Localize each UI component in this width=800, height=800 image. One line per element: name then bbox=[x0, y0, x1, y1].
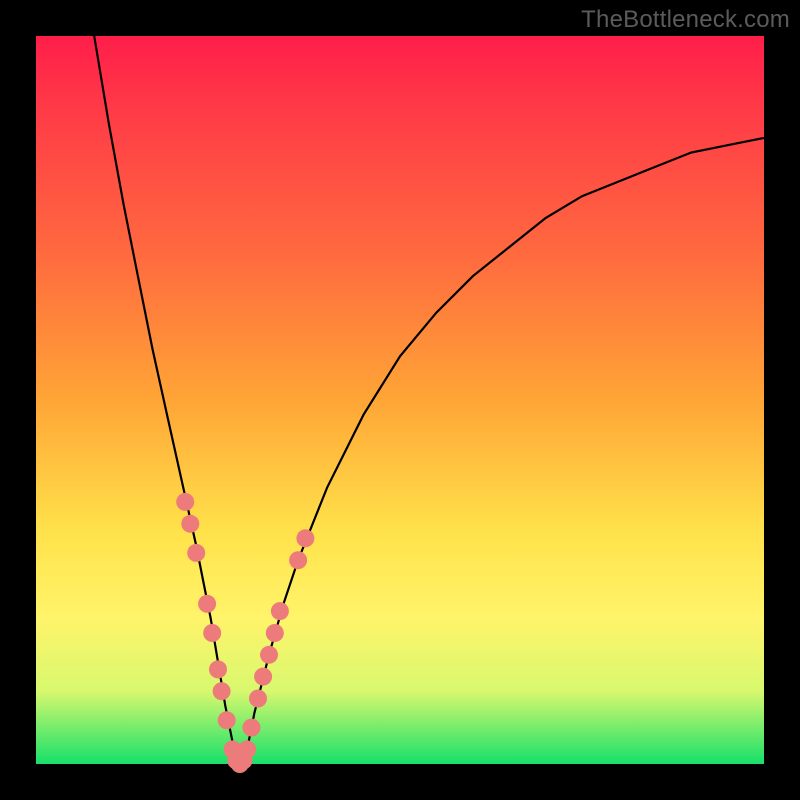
curve-marker bbox=[243, 719, 261, 737]
watermark-text: TheBottleneck.com bbox=[581, 6, 790, 34]
plot-area bbox=[36, 36, 764, 764]
chart-frame: TheBottleneck.com bbox=[0, 0, 800, 800]
curve-marker bbox=[213, 682, 231, 700]
curve-marker bbox=[296, 529, 314, 547]
curve-marker bbox=[181, 515, 199, 533]
bottleneck-curve-svg bbox=[36, 36, 764, 764]
curve-marker bbox=[209, 660, 227, 678]
curve-markers bbox=[176, 493, 314, 773]
curve-marker bbox=[260, 646, 278, 664]
curve-marker bbox=[176, 493, 194, 511]
curve-marker bbox=[266, 624, 284, 642]
curve-marker bbox=[203, 624, 221, 642]
curve-marker bbox=[271, 602, 289, 620]
curve-marker bbox=[198, 595, 216, 613]
curve-marker bbox=[254, 668, 272, 686]
curve-marker bbox=[218, 711, 236, 729]
curve-marker bbox=[238, 740, 256, 758]
curve-marker bbox=[249, 690, 267, 708]
bottleneck-curve bbox=[94, 36, 764, 764]
curve-marker bbox=[187, 544, 205, 562]
curve-marker bbox=[289, 551, 307, 569]
